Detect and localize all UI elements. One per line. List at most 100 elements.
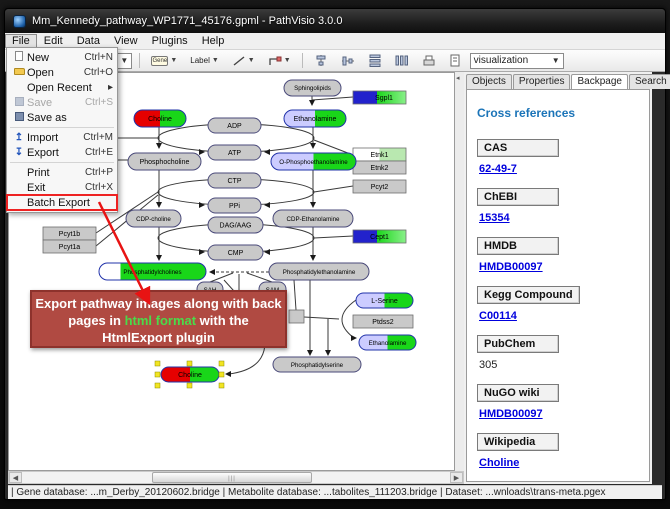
xref-link[interactable]: C00114: [479, 310, 517, 322]
gene-box-cept1[interactable]: Cept1: [353, 230, 406, 243]
app-icon: [13, 15, 26, 28]
node-phosphatidylethanolamine[interactable]: Phosphatidylethanolamine: [269, 263, 369, 280]
distribute-vertical-button[interactable]: [364, 52, 386, 69]
xref-header: CAS: [477, 139, 559, 157]
menu-help[interactable]: Help: [195, 34, 232, 48]
node-phosphatidylserine[interactable]: Phosphatidylserine: [273, 357, 361, 372]
new-datanode-button[interactable]: Gene ▼: [147, 52, 181, 69]
open-folder-icon: [11, 67, 27, 78]
file-menu-batch-export[interactable]: Batch Export: [7, 195, 117, 210]
menu-plugins[interactable]: Plugins: [145, 34, 195, 48]
panel-splitter[interactable]: ◂: [455, 72, 464, 484]
horizontal-scrollbar[interactable]: ◀ ||| ▶: [8, 471, 464, 484]
xref-value: 305: [479, 359, 639, 371]
scrollbar-thumb[interactable]: |||: [152, 472, 312, 483]
gene-box-pcyt2[interactable]: Pcyt2: [353, 180, 406, 193]
node-choline[interactable]: Choline: [134, 110, 186, 127]
tab-properties[interactable]: Properties: [513, 74, 571, 89]
node-ethanolamine-2[interactable]: Ethanolamine: [359, 335, 416, 350]
node-choline-selected[interactable]: Choline: [155, 361, 224, 388]
node-label: ADP: [227, 123, 242, 130]
node-label: Ptdss2: [372, 319, 394, 326]
file-menu-open-recent[interactable]: Open Recent ▸: [7, 80, 117, 95]
node-ethanolamine[interactable]: Ethanolamine: [284, 110, 346, 127]
menu-view[interactable]: View: [107, 34, 145, 48]
gene-box-ptdss2[interactable]: Ptdss2: [353, 315, 413, 328]
status-text: | Gene database: ...m_Derby_20120602.bri…: [11, 487, 605, 498]
callout-line-3: HtmlExport plugin: [32, 329, 285, 346]
xref-link[interactable]: 62-49-7: [479, 163, 517, 175]
splitter-collapse-icon[interactable]: ◂: [456, 74, 460, 82]
menu-file[interactable]: File: [5, 34, 37, 48]
title-bar[interactable]: Mm_Kennedy_pathway_WP1771_45176.gpml - P…: [5, 9, 665, 33]
node-phosphocholine[interactable]: Phosphocholine: [128, 153, 201, 170]
file-menu-import[interactable]: ↥ Import Ctrl+M: [7, 130, 117, 145]
xref-header: NuGO wiki: [477, 384, 559, 402]
menu-edit[interactable]: Edit: [37, 34, 70, 48]
file-menu-export[interactable]: ↧ Export Ctrl+E: [7, 145, 117, 160]
gene-box-pcyt1a[interactable]: Pcyt1a: [43, 240, 96, 253]
node-ctp[interactable]: CTP: [208, 173, 261, 188]
node-adp[interactable]: ADP: [208, 118, 261, 133]
gene-box-small[interactable]: [289, 310, 304, 323]
align-center-icon: [314, 54, 328, 67]
new-label-button[interactable]: Label ▼: [186, 52, 223, 69]
xref-pubchem: PubChem 305: [477, 334, 639, 371]
align-middle-button[interactable]: [337, 52, 359, 69]
node-label: Phosphatidylserine: [291, 362, 344, 369]
scroll-left-icon[interactable]: ◀: [9, 472, 22, 483]
node-l-serine[interactable]: L-Serine: [356, 293, 413, 308]
new-connector-button[interactable]: ▼: [264, 52, 295, 69]
backpage-panel: Cross references CAS 62-49-7 ChEBI 15354…: [466, 89, 650, 482]
align-center-button[interactable]: [310, 52, 332, 69]
gene-box-sgpl1[interactable]: Sgpl1: [353, 91, 406, 104]
common-size-button[interactable]: [418, 52, 440, 69]
xref-link[interactable]: HMDB00097: [479, 408, 543, 420]
callout-line-2: pages in html format with the: [32, 312, 285, 329]
node-o-phosphoethanolamine[interactable]: O-Phosphoethanolamine: [271, 153, 356, 170]
xref-nugo: NuGO wiki HMDB00097: [477, 383, 639, 420]
xref-link[interactable]: HMDB00097: [479, 261, 543, 273]
node-cdp-ethanolamine[interactable]: CDP-Ethanolamine: [273, 210, 353, 227]
node-label: Pcyt2: [371, 184, 389, 191]
file-menu-new[interactable]: New Ctrl+N: [7, 50, 117, 65]
file-menu-open[interactable]: Open Ctrl+O: [7, 65, 117, 80]
menu-data[interactable]: Data: [70, 34, 107, 48]
node-label: CDP-Ethanolamine: [287, 216, 341, 223]
gene-box-etnk2[interactable]: Etnk2: [353, 161, 406, 174]
callout-line-1: Export pathway images along with back: [32, 295, 285, 312]
gene-box-pcyt1b[interactable]: Pcyt1b: [43, 227, 96, 240]
tab-search[interactable]: Search: [629, 74, 670, 89]
xref-header: Wikipedia: [477, 433, 559, 451]
xref-header: HMDB: [477, 237, 559, 255]
new-line-button[interactable]: ▼: [228, 52, 259, 69]
file-menu-print[interactable]: Print Ctrl+P: [7, 165, 117, 180]
line-icon: [232, 55, 246, 67]
common-size-icon: [422, 54, 436, 67]
tab-backpage[interactable]: Backpage: [571, 74, 627, 90]
node-label: Choline: [178, 372, 202, 379]
label-icon: Label: [190, 56, 210, 65]
desktop-background: Mm_Kennedy_pathway_WP1771_45176.gpml - P…: [0, 0, 670, 509]
scrollbar-track[interactable]: |||: [22, 472, 450, 483]
file-menu-exit[interactable]: Exit Ctrl+X: [7, 180, 117, 195]
node-atp[interactable]: ATP: [208, 145, 261, 160]
node-cdp-choline[interactable]: CDP-choline: [126, 210, 181, 227]
file-menu-save-as[interactable]: Save as: [7, 110, 117, 125]
node-ppi[interactable]: PPi: [208, 198, 261, 213]
scroll-right-icon[interactable]: ▶: [450, 472, 463, 483]
distribute-horizontal-button[interactable]: [391, 52, 413, 69]
file-menu-save[interactable]: Save Ctrl+S: [7, 95, 117, 110]
tab-objects[interactable]: Objects: [466, 74, 512, 89]
node-label: CMP: [228, 250, 244, 257]
visualization-combobox[interactable]: visualization ▼: [470, 53, 564, 69]
file-menu-dropdown: New Ctrl+N Open Ctrl+O Open Recent ▸ Sav…: [6, 47, 118, 213]
node-cmp[interactable]: CMP: [208, 245, 263, 260]
node-dag-aag[interactable]: DAG/AAG: [208, 217, 263, 233]
gene-box-etnk1[interactable]: Etnk1: [353, 148, 406, 161]
xref-link[interactable]: 15354: [479, 212, 510, 224]
xref-link[interactable]: Choline: [479, 457, 519, 469]
text-format-button[interactable]: [445, 52, 465, 69]
node-sphingolipids[interactable]: Sphingolipids: [284, 80, 341, 96]
node-phosphatidylcholines[interactable]: Phosphatidylcholines: [99, 263, 206, 280]
